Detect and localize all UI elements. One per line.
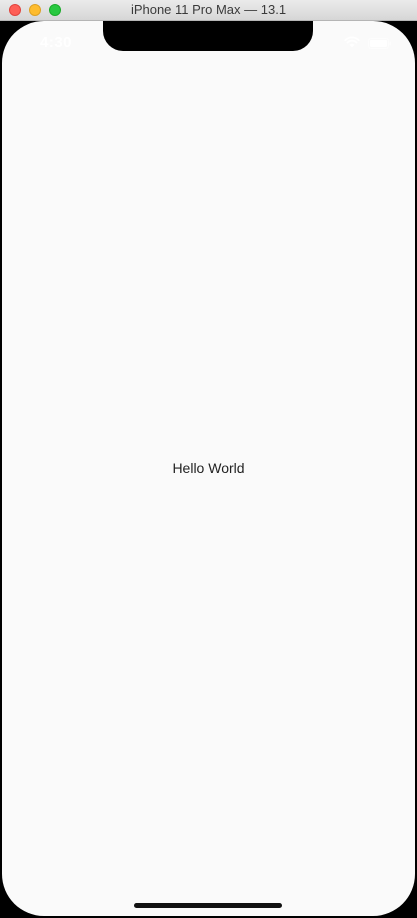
battery-icon	[368, 38, 391, 49]
wifi-icon	[344, 36, 360, 48]
device-screen[interactable]: 4:30 Hello World	[2, 21, 415, 916]
notch	[103, 21, 313, 51]
hello-world-label: Hello World	[172, 460, 245, 476]
device-frame: 4:30 Hello World	[0, 21, 417, 918]
status-bar-time: 4:30	[40, 34, 73, 51]
window-title: iPhone 11 Pro Max — 13.1	[130, 2, 287, 17]
home-indicator[interactable]	[134, 903, 282, 908]
title-bar[interactable]: iPhone 11 Pro Max — 13.1	[0, 0, 417, 21]
simulator-window: iPhone 11 Pro Max — 13.1 4:30 Hello Worl…	[0, 0, 417, 918]
